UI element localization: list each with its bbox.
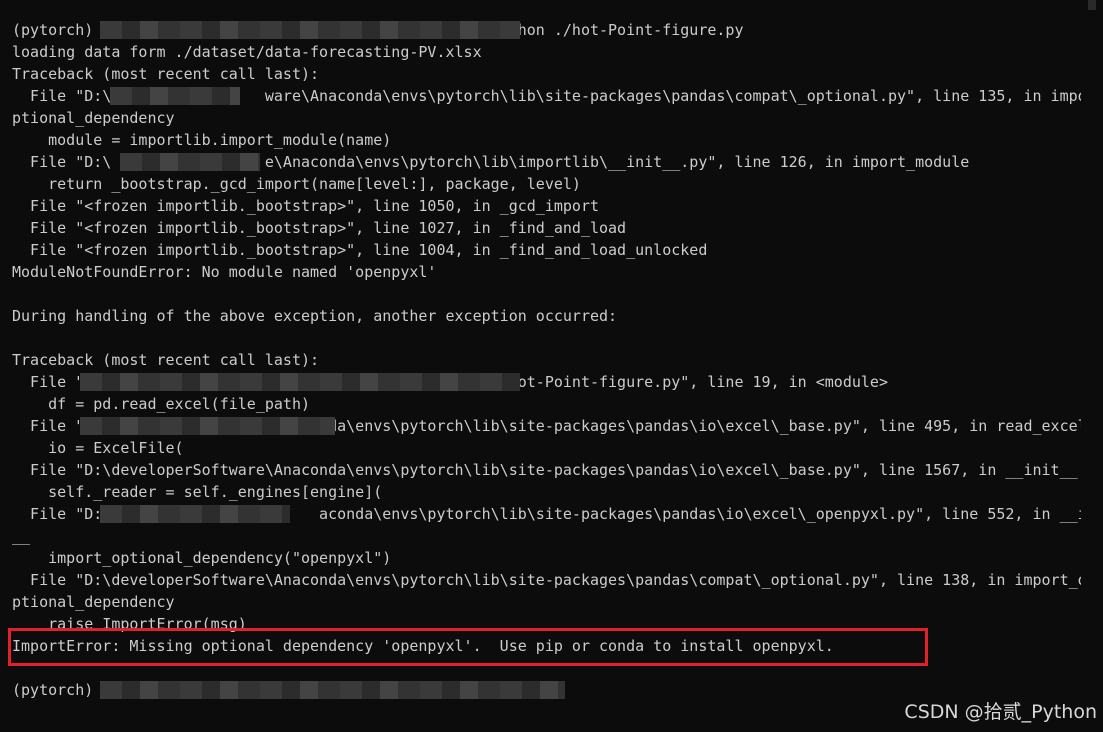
terminal-line: loading data form ./dataset/data-forecas…: [12, 43, 482, 61]
watermark: CSDN @拾贰_Python: [904, 701, 1097, 723]
redaction-block: [80, 417, 335, 435]
terminal-line: self._reader = self._engines[engine](: [12, 483, 383, 501]
redaction-block: [100, 681, 565, 699]
terminal-line: Traceback (most recent call last):: [12, 65, 320, 83]
terminal-line: return _bootstrap._gcd_import(name[level…: [12, 175, 581, 193]
redaction-block: [120, 153, 260, 171]
terminal-line: ModuleNotFoundError: No module named 'op…: [12, 263, 437, 281]
scrollbar-thumb[interactable]: [1088, 0, 1096, 10]
terminal-line: File "<frozen importlib._bootstrap>", li…: [12, 219, 627, 237]
error-highlight-box: [8, 628, 928, 666]
terminal-output: (pytorch) D ng>python ./hot-Point-figure…: [12, 19, 1081, 701]
terminal-line: df = pd.read_excel(file_path): [12, 395, 311, 413]
terminal-line: import_optional_dependency("openpyxl"): [12, 549, 392, 567]
terminal-line: File "<frozen importlib._bootstrap>", li…: [12, 241, 708, 259]
terminal-line: During handling of the above exception, …: [12, 307, 618, 325]
redaction-block: [100, 505, 290, 523]
terminal-line: File "D:\developerSoftware\Anaconda\envs…: [12, 571, 1081, 589]
terminal-line: __: [12, 527, 31, 545]
redaction-block: [100, 21, 520, 39]
terminal-line: File "D:\developerSoftware\Anaconda\envs…: [12, 461, 1078, 479]
vertical-scrollbar[interactable]: [1087, 0, 1097, 732]
terminal-line: module = importlib.import_module(name): [12, 131, 392, 149]
terminal-line: ptional_dependency: [12, 109, 175, 127]
terminal-line: ptional_dependency: [12, 593, 175, 611]
redaction-block: [110, 87, 240, 105]
terminal-line: Traceback (most recent call last):: [12, 351, 320, 369]
terminal-line: File "<frozen importlib._bootstrap>", li…: [12, 197, 599, 215]
terminal-line: io = ExcelFile(: [12, 439, 184, 457]
terminal-window[interactable]: (pytorch) D ng>python ./hot-Point-figure…: [0, 0, 1103, 732]
redaction-block: [80, 373, 520, 391]
